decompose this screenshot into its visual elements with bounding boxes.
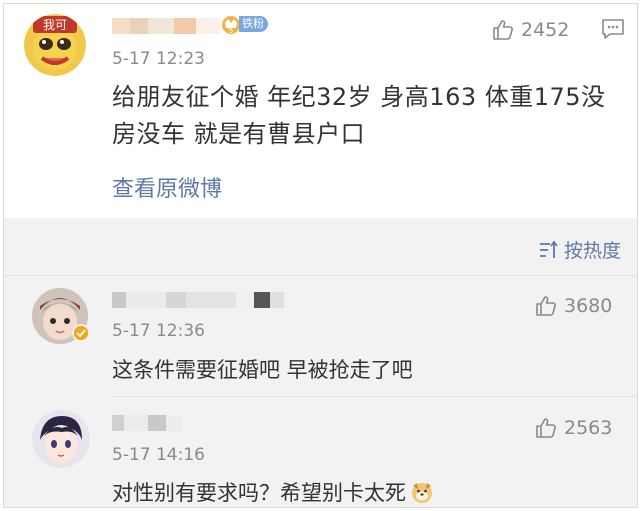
avatar-badge-text: 我可 bbox=[43, 18, 67, 32]
dog-emoji-icon bbox=[412, 483, 432, 503]
post-body: 给朋友征个婚 年纪32岁 身高163 体重175没 房没车 就是有曹县户口 bbox=[112, 79, 632, 153]
sort-icon bbox=[539, 240, 558, 258]
commenter-name-blurred[interactable] bbox=[112, 292, 284, 308]
thumbs-up-icon bbox=[536, 418, 556, 438]
post-text-line-1: 给朋友征个婚 年纪32岁 身高163 体重175没 bbox=[112, 83, 606, 111]
comment-icon[interactable] bbox=[601, 18, 625, 40]
main-post: 我可 5 铁粉 5-17 12:23 2452 给朋友征个婚 年纪32岁 身高1… bbox=[4, 4, 637, 218]
svg-text:5: 5 bbox=[229, 27, 233, 35]
divider bbox=[4, 275, 637, 276]
post-text-line-2: 房没车 就是有曹县户口 bbox=[112, 120, 366, 148]
avatar-image: 我可 bbox=[24, 14, 86, 76]
commenter-avatar[interactable] bbox=[32, 410, 90, 468]
weibo-post-card: 我可 5 铁粉 5-17 12:23 2452 给朋友征个婚 年纪32岁 身高1… bbox=[3, 3, 638, 508]
commenter-name-blurred[interactable] bbox=[112, 415, 182, 431]
post-author-avatar[interactable]: 我可 bbox=[24, 14, 86, 76]
comment-text-row: 对性别有要求吗？希望别卡太死 bbox=[112, 477, 434, 507]
avatar-image bbox=[32, 410, 90, 468]
comment-text: 对性别有要求吗？希望别卡太死 bbox=[112, 481, 406, 505]
verified-badge-icon bbox=[72, 324, 90, 342]
post-like-button[interactable]: 2452 bbox=[491, 18, 569, 42]
post-author-name-blurred[interactable] bbox=[112, 18, 220, 34]
thumbs-up-icon bbox=[493, 20, 513, 40]
comment-like-count: 3680 bbox=[564, 295, 613, 317]
fan-badge: 5 铁粉 bbox=[220, 14, 268, 35]
divider bbox=[112, 396, 637, 397]
comment-time: 5-17 14:16 bbox=[112, 445, 205, 465]
comment-time: 5-17 12:36 bbox=[112, 321, 205, 341]
view-original-link[interactable]: 查看原微博 bbox=[112, 171, 222, 203]
sort-by-hot-button[interactable]: 按热度 bbox=[538, 236, 621, 263]
comment-like-button[interactable]: 2563 bbox=[534, 416, 612, 440]
post-time: 5-17 12:23 bbox=[112, 49, 205, 69]
sort-label: 按热度 bbox=[563, 240, 621, 262]
comment-like-button[interactable]: 3680 bbox=[534, 294, 612, 318]
comments-section: 按热度 5-17 12:36 这条件需要征婚吧 早被抢走了吧 3680 5-17… bbox=[4, 218, 637, 507]
fan-badge-label: 铁粉 bbox=[239, 16, 268, 32]
comment-like-count: 2563 bbox=[564, 417, 613, 439]
comment-text: 这条件需要征婚吧 早被抢走了吧 bbox=[112, 358, 413, 382]
post-like-count: 2452 bbox=[521, 19, 570, 41]
thumbs-up-icon bbox=[536, 296, 556, 316]
